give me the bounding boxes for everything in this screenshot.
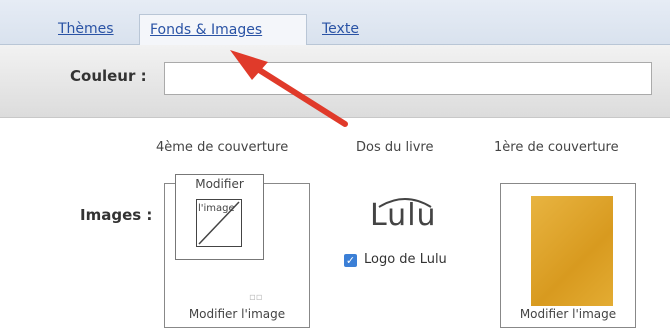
red-annotation-arrow <box>230 50 348 127</box>
